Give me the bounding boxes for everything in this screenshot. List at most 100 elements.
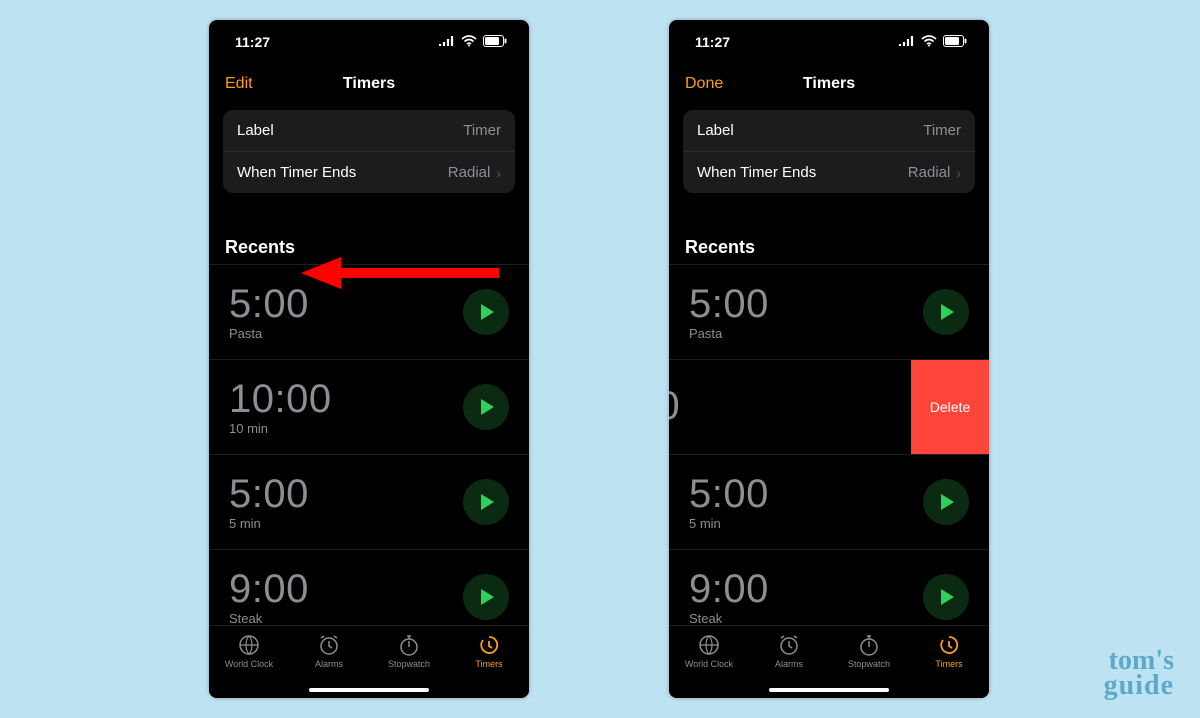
play-button[interactable] — [463, 384, 509, 430]
recents-time: 9:00 — [229, 569, 463, 609]
ends-row-value: Radial — [448, 164, 491, 181]
signal-icon — [439, 34, 455, 50]
recents-row[interactable]: 5:00 Pasta — [209, 264, 529, 359]
tab-label: Alarms — [315, 659, 343, 669]
play-icon — [941, 304, 954, 320]
recents-time: 5:00 — [689, 284, 923, 324]
recents-label: Steak — [229, 611, 463, 626]
alarm-icon — [318, 634, 340, 656]
tab-label: World Clock — [225, 659, 273, 669]
recents-list: 5:00 Pasta 10:00 10 min 5:00 5 min 9:00 … — [209, 264, 529, 645]
recents-row[interactable]: 5:00 5 min — [669, 454, 989, 549]
recents-row[interactable]: 5:00 Pasta — [669, 264, 989, 359]
label-row[interactable]: Label Timer — [683, 110, 975, 151]
tab-label: Stopwatch — [388, 659, 430, 669]
recents-label: 5 min — [229, 516, 463, 531]
when-timer-ends-row[interactable]: When Timer Ends Radial › — [223, 151, 515, 193]
page-title: Timers — [209, 75, 529, 93]
label-row-title: Label — [237, 122, 274, 139]
status-right — [899, 34, 967, 50]
chevron-right-icon: › — [496, 165, 501, 181]
status-time: 11:27 — [235, 34, 270, 50]
play-button[interactable] — [463, 289, 509, 335]
recents-time: 5:00 — [229, 284, 463, 324]
timer-settings-card: Label Timer When Timer Ends Radial › — [683, 110, 975, 193]
ends-row-value: Radial — [908, 164, 951, 181]
recents-heading: Recents — [685, 237, 973, 258]
tab-bar: World Clock Alarms Stopwatch Timers — [669, 625, 989, 698]
battery-icon — [483, 34, 507, 50]
recents-row-swiped[interactable]: :00 Delete — [669, 359, 989, 454]
recents-heading: Recents — [225, 237, 513, 258]
status-time: 11:27 — [695, 34, 730, 50]
play-button[interactable] — [923, 574, 969, 620]
play-button[interactable] — [923, 479, 969, 525]
ends-row-title: When Timer Ends — [237, 164, 356, 181]
tab-label: Timers — [935, 659, 962, 669]
recents-time: 5:00 — [689, 474, 923, 514]
recents-label: 10 min — [229, 421, 463, 436]
status-bar: 11:27 — [209, 20, 529, 64]
stopwatch-icon — [398, 634, 420, 656]
recents-label: 5 min — [689, 516, 923, 531]
signal-icon — [899, 34, 915, 50]
phone-right: 11:27 Done Timers Label Timer When Timer… — [669, 20, 989, 698]
recents-label: Steak — [689, 611, 923, 626]
recents-time: 10:00 — [229, 379, 463, 419]
play-icon — [481, 494, 494, 510]
status-bar: 11:27 — [669, 20, 989, 64]
toms-guide-logo: tom's guide — [1104, 648, 1174, 698]
battery-icon — [943, 34, 967, 50]
play-button[interactable] — [463, 574, 509, 620]
timer-icon — [938, 634, 960, 656]
play-icon — [941, 494, 954, 510]
label-row[interactable]: Label Timer — [223, 110, 515, 151]
wifi-icon — [921, 34, 937, 50]
nav-bar: Edit Timers — [209, 64, 529, 104]
nav-bar: Done Timers — [669, 64, 989, 104]
recents-label: Pasta — [229, 326, 463, 341]
recents-time: 9:00 — [689, 569, 923, 609]
stopwatch-icon — [858, 634, 880, 656]
timer-settings-card: Label Timer When Timer Ends Radial › — [223, 110, 515, 193]
globe-icon — [238, 634, 260, 656]
delete-button[interactable]: Delete — [911, 360, 989, 454]
play-icon — [941, 589, 954, 605]
alarm-icon — [778, 634, 800, 656]
tab-world-clock[interactable]: World Clock — [209, 626, 289, 698]
recents-time: :00 — [669, 386, 903, 426]
done-button[interactable]: Done — [685, 75, 723, 93]
wifi-icon — [461, 34, 477, 50]
recents-row[interactable]: 10:00 10 min — [209, 359, 529, 454]
tab-label: Alarms — [775, 659, 803, 669]
tab-world-clock[interactable]: World Clock — [669, 626, 749, 698]
recents-list: 5:00 Pasta :00 Delete 5:00 5 min — [669, 264, 989, 645]
home-indicator[interactable] — [309, 688, 429, 692]
delete-label: Delete — [930, 399, 970, 415]
play-icon — [481, 304, 494, 320]
play-icon — [481, 589, 494, 605]
tab-label: Stopwatch — [848, 659, 890, 669]
timer-icon — [478, 634, 500, 656]
recents-row[interactable]: 5:00 5 min — [209, 454, 529, 549]
tab-label: Timers — [475, 659, 502, 669]
label-row-title: Label — [697, 122, 734, 139]
label-row-value: Timer — [463, 122, 501, 139]
ends-row-title: When Timer Ends — [697, 164, 816, 181]
tab-timers[interactable]: Timers — [909, 626, 989, 698]
logo-line2: guide — [1104, 673, 1174, 698]
recents-time: 5:00 — [229, 474, 463, 514]
phone-left: 11:27 Edit Timers Label Timer When Timer… — [209, 20, 529, 698]
tab-label: World Clock — [685, 659, 733, 669]
play-icon — [481, 399, 494, 415]
recents-label: Pasta — [689, 326, 923, 341]
tab-timers[interactable]: Timers — [449, 626, 529, 698]
edit-button[interactable]: Edit — [225, 75, 253, 93]
tab-bar: World Clock Alarms Stopwatch Timers — [209, 625, 529, 698]
play-button[interactable] — [923, 289, 969, 335]
home-indicator[interactable] — [769, 688, 889, 692]
play-button[interactable] — [463, 479, 509, 525]
label-row-value: Timer — [923, 122, 961, 139]
status-right — [439, 34, 507, 50]
when-timer-ends-row[interactable]: When Timer Ends Radial › — [683, 151, 975, 193]
